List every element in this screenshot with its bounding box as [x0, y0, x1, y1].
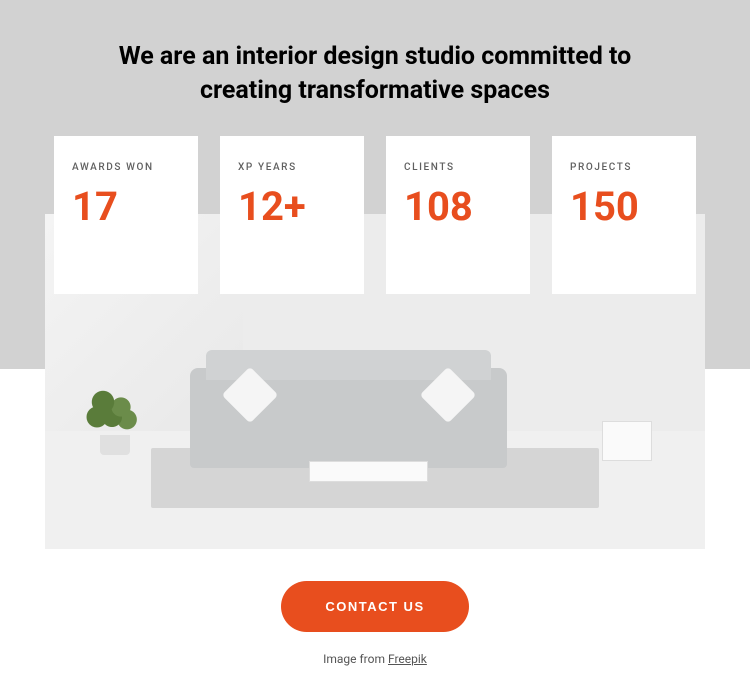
stat-value: 150: [570, 187, 678, 227]
stat-card-xp: XP YEARS 12+: [220, 136, 364, 294]
stat-label: AWARDS WON: [72, 162, 180, 173]
credit-link[interactable]: Freepik: [388, 652, 427, 666]
stat-card-awards: AWARDS WON 17: [54, 136, 198, 294]
stat-card-projects: PROJECTS 150: [552, 136, 696, 294]
credit-prefix: Image from: [323, 652, 388, 666]
stat-value: 108: [404, 187, 512, 227]
page-heading: We are an interior design studio committ…: [95, 40, 655, 108]
contact-us-button[interactable]: CONTACT US: [281, 581, 468, 632]
stat-card-clients: CLIENTS 108: [386, 136, 530, 294]
plant-icon: [85, 385, 145, 455]
stat-value: 17: [72, 187, 180, 227]
stat-value: 12+: [238, 187, 346, 227]
hero-section: We are an interior design studio committ…: [0, 0, 750, 294]
stats-row: AWARDS WON 17 XP YEARS 12+ CLIENTS 108 P…: [0, 136, 750, 294]
stat-label: PROJECTS: [570, 162, 678, 173]
stat-label: XP YEARS: [238, 162, 346, 173]
cta-section: CONTACT US Image from Freepik: [0, 549, 750, 666]
stat-label: CLIENTS: [404, 162, 512, 173]
image-credit: Image from Freepik: [0, 652, 750, 666]
